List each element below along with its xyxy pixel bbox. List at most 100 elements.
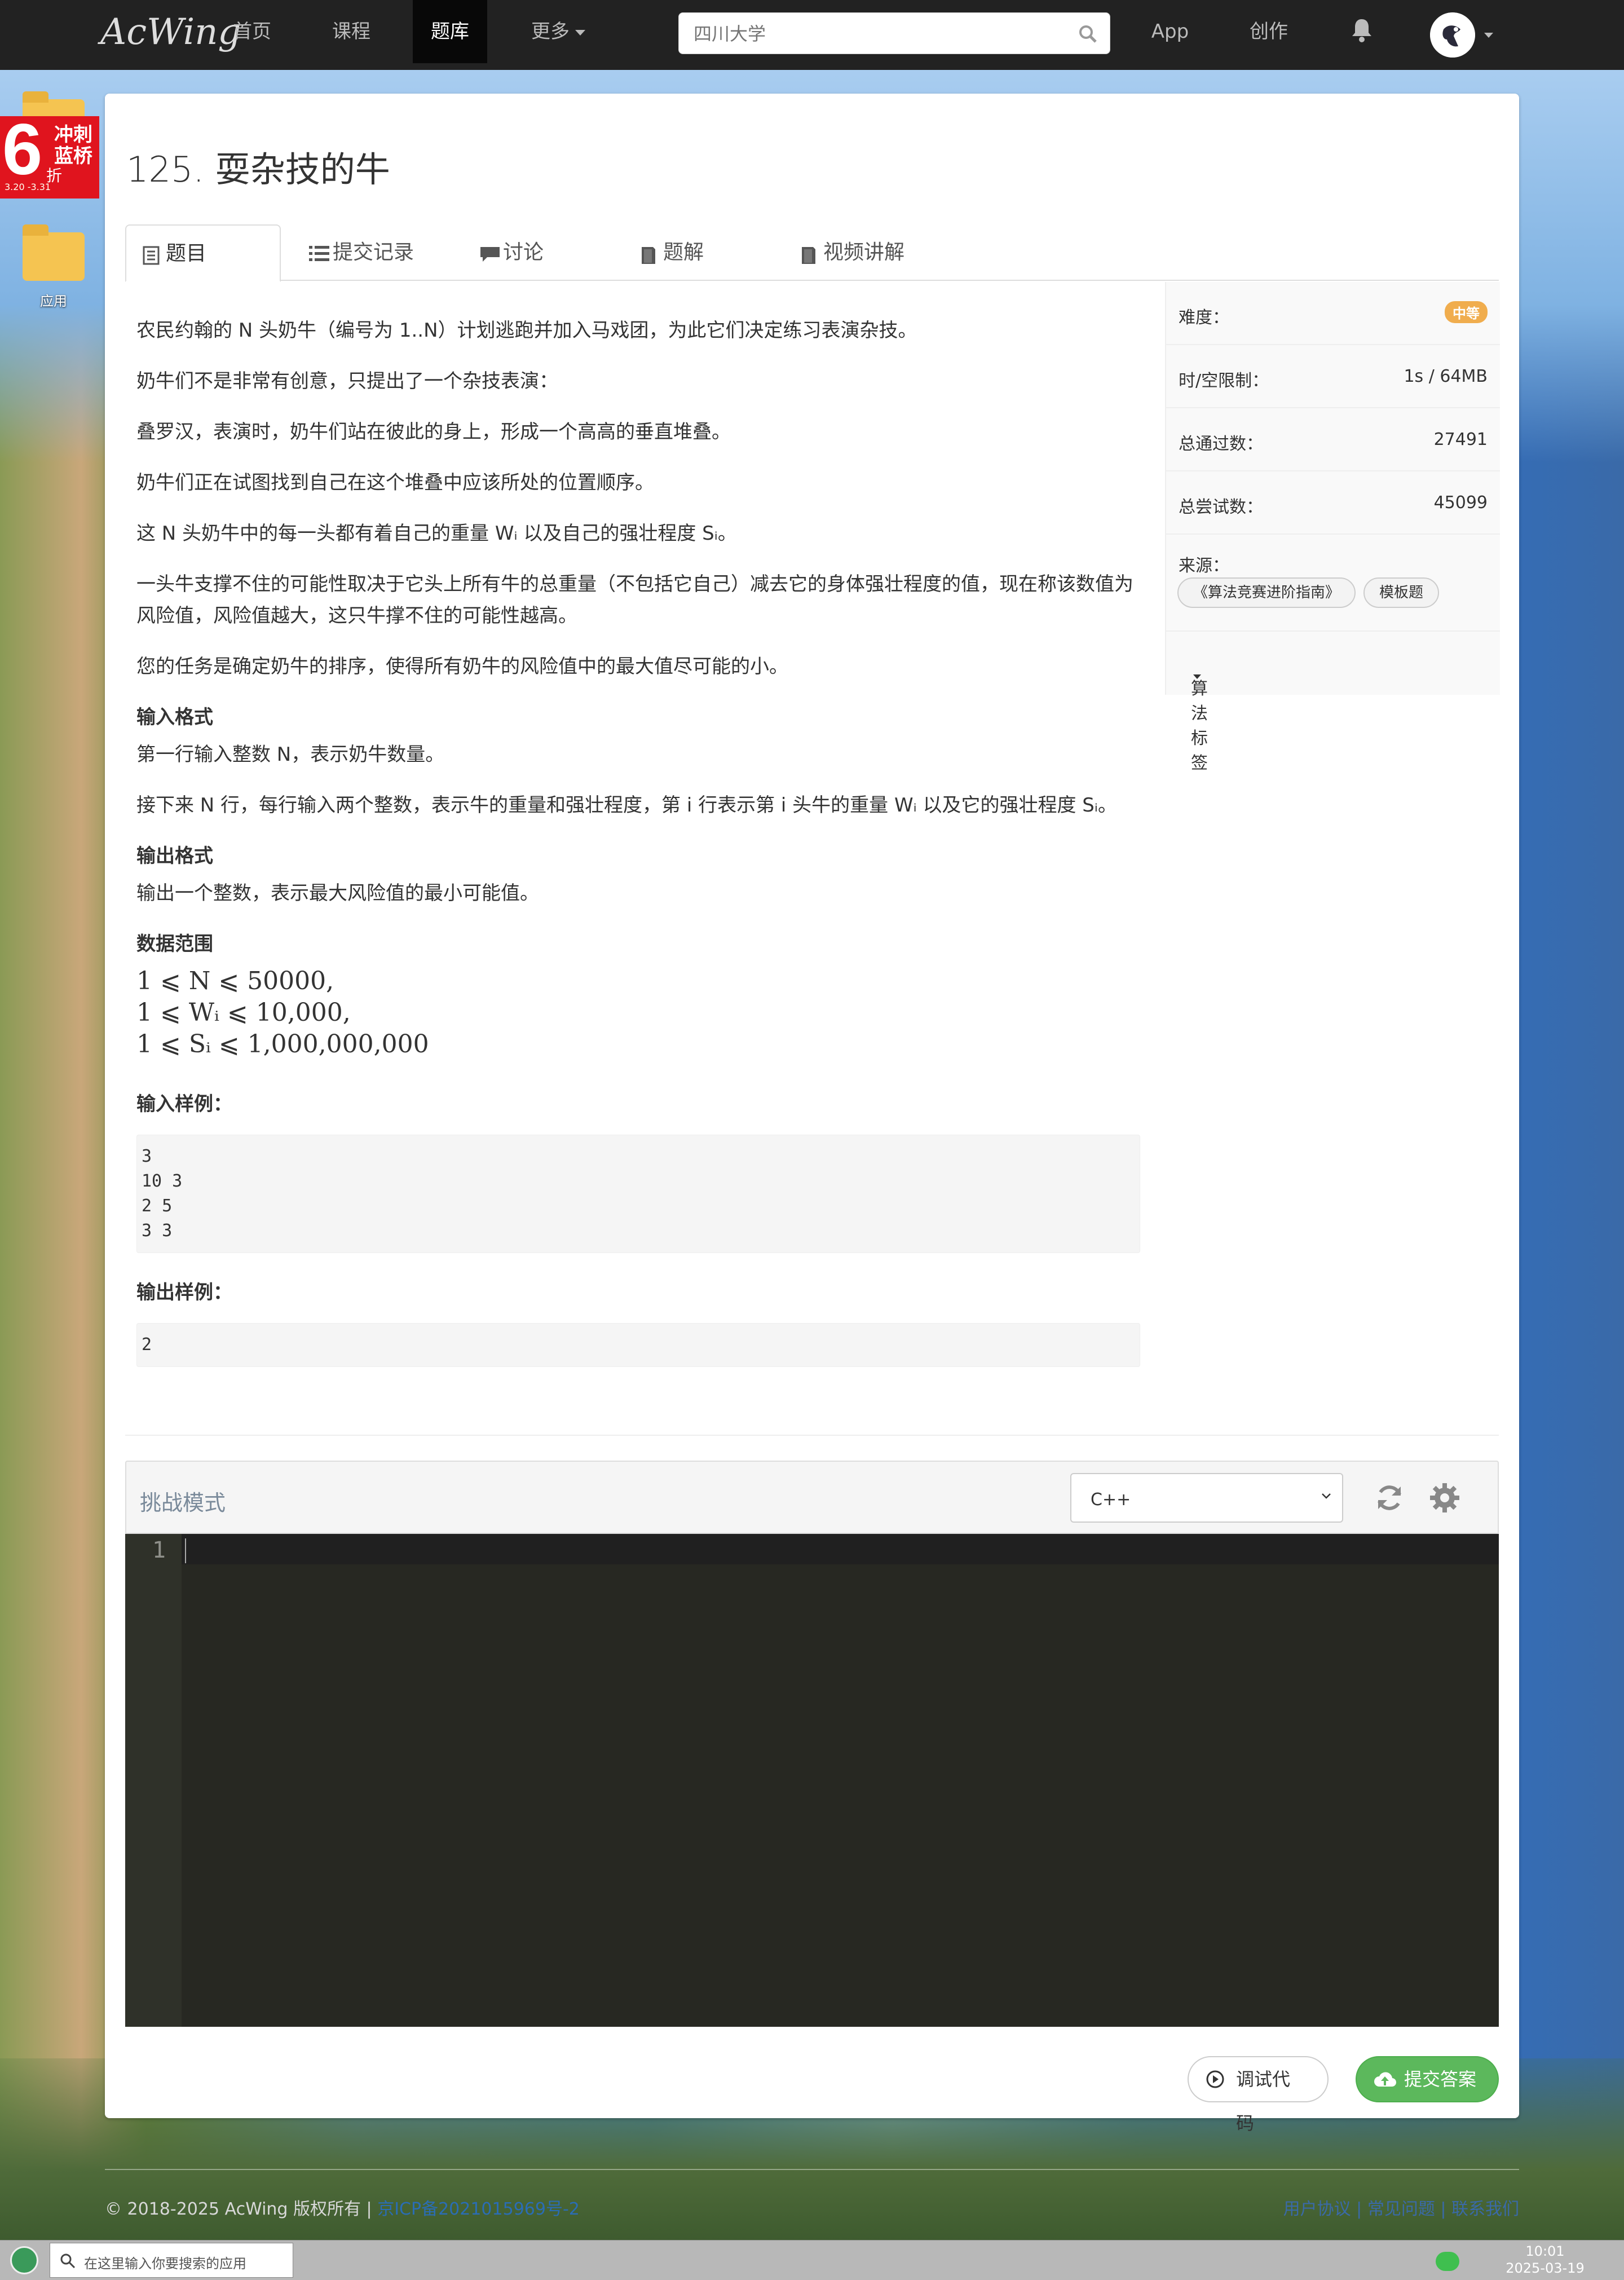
avatar-image [1430, 12, 1475, 58]
sample-input: 3 10 3 2 5 3 3 [136, 1135, 1140, 1253]
limit-value: 1s / 64MB [1404, 367, 1488, 386]
tab-description[interactable]: 题目 [125, 224, 281, 282]
chevron-down-icon[interactable] [1484, 33, 1493, 38]
desktop-folder-label: 应用 [40, 293, 67, 309]
description-paragraph: 这 N 头奶牛中的每一头都有着自己的重量 Wᵢ 以及自己的强壮程度 Sᵢ。 [136, 522, 737, 545]
description-paragraph: 奶牛们正在试图找到自己在这个堆叠中应该所处的位置顺序。 [136, 471, 654, 494]
output-format-line: 输出一个整数，表示最大风险值的最小可能值。 [136, 882, 539, 905]
source-tag[interactable]: 模板题 [1363, 577, 1440, 608]
chevron-down-icon [575, 29, 585, 36]
footer-left: © 2018-2025 AcWing 版权所有 | 京ICP备202101596… [105, 2195, 580, 2220]
copyright-text: © 2018-2025 AcWing 版权所有 | [105, 2199, 378, 2219]
nav-problemset[interactable]: 题库 [413, 0, 487, 63]
tab-label: 题目 [166, 242, 207, 265]
nav-home[interactable]: 首页 [214, 0, 290, 63]
active-line [182, 1534, 1499, 1564]
submit-label: 提交答案 [1404, 2069, 1477, 2090]
description-paragraph: 农民约翰的 N 头奶牛（编号为 1..N）计划逃跑并加入马戏团，为此它们决定练习… [136, 319, 917, 342]
passed-label: 总通过数： [1179, 434, 1263, 454]
search-input[interactable] [694, 20, 1066, 48]
book-icon [642, 247, 655, 264]
submit-answer-button[interactable]: 提交答案 [1356, 2056, 1499, 2102]
description-paragraph: 奶牛们不是非常有创意，只提出了一个杂技表演： [136, 370, 558, 393]
bell-icon[interactable] [1351, 17, 1373, 43]
chevron-down-icon [1322, 1493, 1331, 1499]
data-range-heading: 数据范围 [136, 933, 213, 955]
problem-tabs: 题目 提交记录 讨论 题解 视频讲解 [125, 224, 1499, 282]
nav-more[interactable]: 更多 [513, 0, 603, 63]
os-taskbar: 在这里输入你要搜索的应用 10:01 2025-03-19 [0, 2240, 1624, 2280]
comment-icon [480, 247, 500, 262]
taskbar-clock[interactable]: 10:01 2025-03-19 [1494, 2243, 1596, 2277]
gear-icon[interactable] [1429, 1482, 1460, 1514]
tab-submissions[interactable]: 提交记录 [293, 224, 451, 282]
promo-dates: 3.20 -3.31 [5, 182, 51, 192]
start-menu-icon[interactable] [10, 2246, 38, 2274]
sample-output: 2 [136, 1323, 1140, 1367]
promo-banner[interactable]: 6 冲刺 蓝桥 折 3.20 -3.31 [0, 114, 99, 199]
taskbar-search[interactable]: 在这里输入你要搜索的应用 [50, 2243, 293, 2278]
tried-row: 总尝试数： 45099 [1166, 471, 1500, 535]
source-tag[interactable]: 《算法竞赛进阶指南》 [1177, 577, 1356, 608]
source-label: 来源： [1179, 556, 1229, 576]
footer-links[interactable]: 用户协议 | 常见问题 | 联系我们 [1283, 2195, 1519, 2220]
top-navbar: AcWing 首页 课程 题库 更多 App 创作 [0, 0, 1624, 70]
sample-output-heading: 输出样例： [136, 1281, 232, 1304]
line-number: 1 [152, 1537, 166, 1563]
editor-header: 挑战模式 C++ [125, 1461, 1499, 1534]
tab-label: 提交记录 [333, 241, 414, 264]
divider [125, 1435, 1499, 1436]
passed-value: 27491 [1433, 430, 1488, 449]
chevron-down-icon [1193, 674, 1201, 679]
tried-label: 总尝试数： [1179, 497, 1263, 517]
search-box [678, 12, 1110, 54]
limit-label: 时/空限制： [1179, 371, 1269, 391]
user-avatar[interactable] [1430, 12, 1475, 58]
difficulty-badge: 中等 [1445, 301, 1488, 323]
nav-more-label: 更多 [531, 20, 570, 43]
tab-label: 题解 [663, 241, 704, 264]
description-paragraph: 您的任务是确定奶牛的排序，使得所有奶牛的风险值中的最大值尽可能的小。 [136, 655, 788, 678]
nav-app[interactable]: App [1145, 0, 1195, 63]
tab-solutions[interactable]: 题解 [624, 224, 748, 282]
list-icon [309, 246, 329, 261]
text-cursor [185, 1538, 186, 1563]
icp-link[interactable]: 京ICP备2021015969号-2 [377, 2199, 580, 2219]
wechat-tray-icon[interactable] [1436, 2252, 1459, 2271]
desktop-folder-icon[interactable] [23, 224, 85, 281]
range-line: 1 ⩽ Sᵢ ⩽ 1,000,000,000 [136, 1030, 429, 1059]
tab-video[interactable]: 视频讲解 [784, 224, 953, 282]
document-icon [143, 246, 160, 265]
source-row: 来源： 《算法竞赛进阶指南》 模板题 [1166, 535, 1500, 632]
search-icon[interactable] [1078, 24, 1097, 43]
clock-time: 10:01 [1525, 2243, 1565, 2259]
difficulty-row: 难度： 中等 [1166, 282, 1500, 345]
range-line: 1 ⩽ N ⩽ 50000, [136, 967, 334, 995]
debug-code-button[interactable]: 调试代码 [1188, 2056, 1329, 2134]
limit-row: 时/空限制： 1s / 64MB [1166, 345, 1500, 408]
clock-date: 2025-03-19 [1506, 2260, 1585, 2276]
problem-panel: 125. 耍杂技的牛 题目 提交记录 讨论 题解 视频讲解 农民约翰的 N 头奶… [105, 94, 1519, 2134]
promo-title: 冲刺 蓝桥 [54, 124, 92, 167]
nav-courses[interactable]: 课程 [314, 0, 389, 63]
code-editor[interactable]: 1 [125, 1534, 1499, 2027]
play-circle-icon [1206, 2070, 1224, 2088]
search-icon [60, 2253, 76, 2269]
range-line: 1 ⩽ Wᵢ ⩽ 10,000, [136, 998, 351, 1027]
language-select[interactable]: C++ [1070, 1473, 1343, 1523]
tab-discussion[interactable]: 讨论 [464, 224, 599, 282]
input-format-line: 第一行输入整数 N，表示奶牛数量。 [136, 743, 445, 766]
problem-title: 125. 耍杂技的牛 [126, 149, 390, 190]
difficulty-label: 难度： [1179, 308, 1229, 328]
algorithm-tags-toggle[interactable]: 算法标签 [1166, 632, 1500, 773]
description-paragraph: 叠罗汉，表演时，奶牛们站在彼此的身上，形成一个高高的垂直堆叠。 [136, 421, 731, 443]
refresh-icon[interactable] [1374, 1482, 1405, 1514]
passed-row: 总通过数： 27491 [1166, 408, 1500, 471]
problem-description: 农民约翰的 N 头奶牛（编号为 1..N）计划逃跑并加入马戏团，为此它们决定练习… [136, 315, 1140, 1391]
output-format-heading: 输出格式 [136, 845, 213, 867]
description-paragraph: 一头牛支撑不住的可能性取决于它头上所有牛的总重量（不包括它自己）减去它的身体强壮… [136, 573, 1133, 627]
challenge-mode-label: 挑战模式 [140, 1490, 226, 1515]
page-footer: © 2018-2025 AcWing 版权所有 | 京ICP备202101596… [105, 2169, 1519, 2219]
line-gutter: 1 [125, 1534, 182, 2027]
nav-create[interactable]: 创作 [1241, 0, 1297, 63]
